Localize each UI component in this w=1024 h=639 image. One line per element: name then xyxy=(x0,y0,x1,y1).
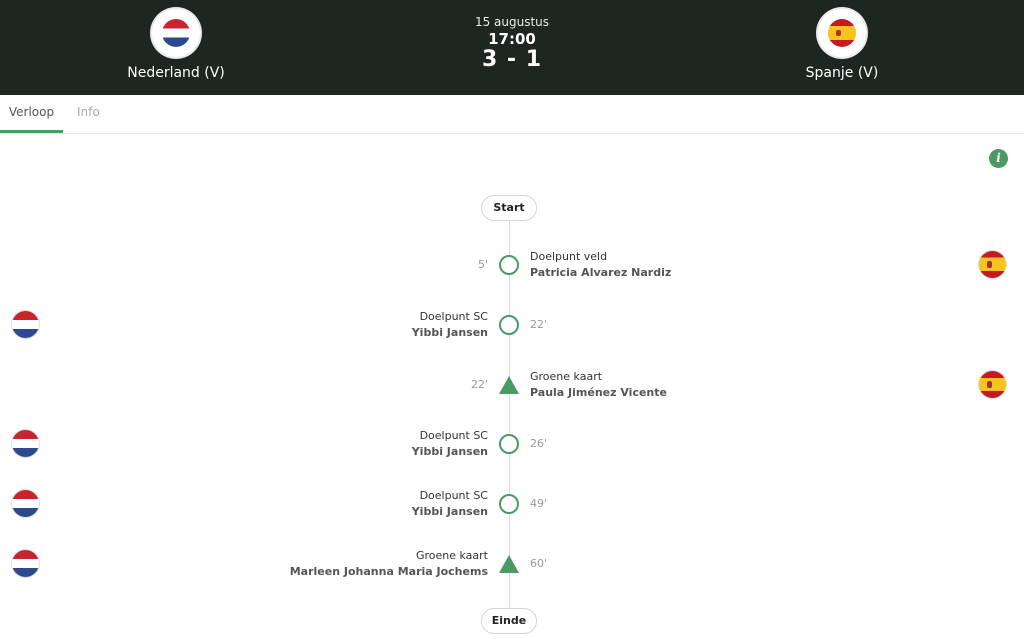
event-player: Yibbi Jansen xyxy=(411,445,488,458)
event-player: Paula Jiménez Vicente xyxy=(530,386,667,399)
event-player: Yibbi Jansen xyxy=(411,326,488,339)
timeline-end: Einde xyxy=(481,608,537,634)
event-description: Groene kaart Marleen Johanna Maria Joche… xyxy=(290,548,488,580)
netherlands-flag-icon xyxy=(12,311,39,338)
netherlands-flag-icon xyxy=(12,430,39,457)
event-minute: 26' xyxy=(530,437,548,450)
event-type: Groene kaart xyxy=(530,370,603,383)
event-type: Doelpunt veld xyxy=(530,250,608,263)
event-description: Doelpunt SC Yibbi Jansen xyxy=(412,309,488,341)
timeline-start: Start xyxy=(481,195,537,221)
timeline-event: Groene kaart Marleen Johanna Maria Joche… xyxy=(0,544,1024,584)
event-type: Doelpunt SC xyxy=(419,429,488,442)
match-info: 15 augustus 17:00 3 - 1 xyxy=(412,15,612,72)
event-type: Groene kaart xyxy=(415,549,488,562)
event-description: Doelpunt SC Yibbi Jansen xyxy=(412,428,488,460)
info-icon[interactable]: i xyxy=(989,149,1008,168)
home-team[interactable]: Nederland (V) xyxy=(96,9,256,81)
spain-flag-icon xyxy=(979,371,1006,398)
event-minute: 22' xyxy=(470,378,488,391)
goal-marker-icon xyxy=(499,494,519,514)
timeline-event: Doelpunt SC Yibbi Jansen 22' xyxy=(0,305,1024,345)
event-type: Doelpunt SC xyxy=(419,489,488,502)
timeline-event: Doelpunt SC Yibbi Jansen 26' xyxy=(0,424,1024,464)
match-header: Nederland (V) 15 augustus 17:00 3 - 1 Sp… xyxy=(0,0,1024,95)
match-time: 17:00 xyxy=(488,30,536,48)
event-type: Doelpunt SC xyxy=(419,310,488,323)
event-player: Yibbi Jansen xyxy=(411,505,488,518)
goal-marker-icon xyxy=(499,315,519,335)
event-player: Patricia Alvarez Nardiz xyxy=(530,266,672,279)
timeline-event: 5' Doelpunt veld Patricia Alvarez Nardiz xyxy=(0,245,1024,285)
tab-verloop[interactable]: Verloop xyxy=(0,95,63,133)
event-minute: 49' xyxy=(530,497,548,510)
away-team-name: Spanje (V) xyxy=(805,65,879,81)
event-description: Doelpunt SC Yibbi Jansen xyxy=(412,488,488,520)
away-team[interactable]: Spanje (V) xyxy=(762,9,922,81)
timeline-event: 22' Groene kaart Paula Jiménez Vicente xyxy=(0,365,1024,405)
goal-marker-icon xyxy=(499,434,519,454)
tab-info[interactable]: Info xyxy=(77,95,100,133)
netherlands-flag-icon xyxy=(152,9,200,57)
spain-flag-icon xyxy=(979,251,1006,278)
timeline-event: Doelpunt SC Yibbi Jansen 49' xyxy=(0,484,1024,524)
match-score: 3 - 1 xyxy=(481,47,543,72)
home-team-name: Nederland (V) xyxy=(127,65,225,81)
spain-flag-icon xyxy=(818,9,866,57)
match-date: 15 augustus xyxy=(474,15,550,29)
event-minute: 5' xyxy=(477,258,488,271)
event-minute: 60' xyxy=(530,557,548,570)
green-card-icon xyxy=(499,555,519,573)
green-card-icon xyxy=(499,376,519,394)
event-player: Marleen Johanna Maria Jochems xyxy=(289,565,488,578)
event-description: Groene kaart Paula Jiménez Vicente xyxy=(530,369,667,401)
netherlands-flag-icon xyxy=(12,490,39,517)
event-minute: 22' xyxy=(530,318,548,331)
goal-marker-icon xyxy=(499,255,519,275)
tab-bar: Verloop Info xyxy=(0,95,1024,134)
event-description: Doelpunt veld Patricia Alvarez Nardiz xyxy=(530,249,671,281)
netherlands-flag-icon xyxy=(12,550,39,577)
